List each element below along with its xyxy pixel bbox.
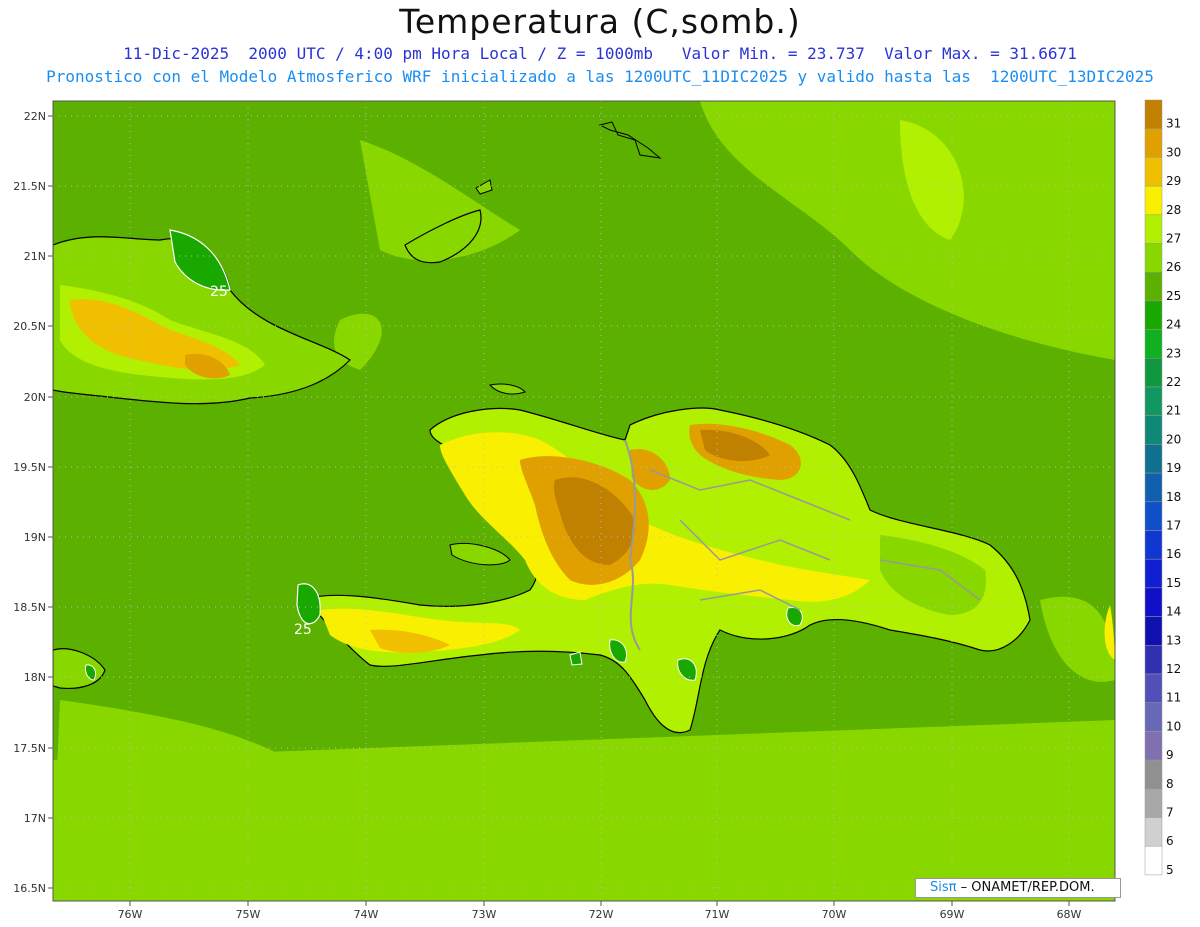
lat-label: 16.5N [13,882,46,895]
lon-label: 75W [236,908,261,921]
lon-label: 76W [118,908,143,921]
colorbar-label: 6 [1166,834,1174,848]
colorbar-label: 15 [1166,576,1181,590]
colorbar-label: 29 [1166,174,1181,188]
lat-label: 19N [24,531,46,544]
colorbar-swatch [1144,214,1163,244]
lon-label: 68W [1057,908,1082,921]
colorbar-swatch [1144,788,1163,818]
colorbar-label: 8 [1166,777,1174,791]
colorbar-swatch [1144,185,1163,216]
colorbar-swatch [1144,817,1163,847]
lon-label: 71W [705,908,730,921]
credit-text: – ONAMET/REP.DOM. [956,880,1095,895]
colorbar-label: 17 [1166,519,1181,533]
lon-label: 70W [822,908,847,921]
colorbar-label: 14 [1166,605,1181,619]
contour-label: 25 [210,284,228,300]
colorbar-label: 16 [1166,547,1181,561]
lat-label: 20N [24,391,46,404]
colorbar-swatch [1144,329,1163,359]
lon-label: 73W [472,908,497,921]
forecast-time-line: 11-Dic-2025 2000 UTC / 4:00 pm Hora Loca… [123,44,1077,63]
colorbar-label: 24 [1166,318,1181,332]
lat-label: 18.5N [13,601,46,614]
latitude-axis: 22N 21.5N 21N 20.5N 20N 19.5N 19N 18.5N … [13,110,46,895]
colorbar-swatch [1144,300,1163,330]
lat-label: 17N [24,812,46,825]
lat-label: 21N [24,250,46,263]
lon-label: 72W [589,908,614,921]
colorbar-swatch [1144,645,1163,675]
colorbar-label: 22 [1166,375,1181,389]
colorbar-label: 9 [1166,748,1174,762]
colorbar-swatch [1144,759,1163,790]
colorbar-label: 12 [1166,662,1181,676]
colorbar-swatch [1144,128,1163,158]
lat-label: 19.5N [13,461,46,474]
credit-logo: Sisπ [930,880,957,895]
colorbar-swatch [1144,501,1163,531]
longitude-axis: 76W 75W 74W 73W 72W 71W 70W 69W 68W [118,908,1082,921]
colorbar-label: 5 [1166,863,1174,877]
credit-box: Sisπ – ONAMET/REP.DOM. [915,878,1121,898]
colorbar-swatch [1144,558,1163,589]
model-info-line: Pronostico con el Modelo Atmosferico WRF… [46,67,1154,86]
colorbar-swatch [1144,702,1163,732]
lat-label: 20.5N [13,320,46,333]
lat-label: 22N [24,110,46,123]
colorbar-label: 13 [1166,633,1181,647]
colorbar-label: 11 [1166,691,1181,705]
colorbar-swatch [1144,386,1163,416]
colorbar-label: 10 [1166,719,1181,733]
colorbar-swatch [1144,616,1163,646]
colorbar-label: 28 [1166,203,1181,217]
colorbar-label: 21 [1166,404,1181,418]
colorbar-swatch [1144,99,1163,129]
temperature-map: 25 25 22N 21.5N 21N 20.5N 20N 19.5N 19N … [13,99,1181,921]
lon-label: 74W [354,908,379,921]
colorbar-label: 26 [1166,260,1181,274]
colorbar-label: 19 [1166,461,1181,475]
colorbar-swatch [1144,587,1163,617]
colorbar-swatch [1144,530,1163,560]
colorbar-label: 27 [1166,232,1181,246]
colorbar-swatch [1144,358,1163,388]
colorbar-label: 23 [1166,346,1181,360]
colorbar-swatch [1144,243,1163,273]
lat-label: 18N [24,671,46,684]
colorbar-label: 7 [1166,806,1174,820]
lat-label: 21.5N [13,180,46,193]
colorbar-swatch [1144,444,1163,474]
lat-label: 17.5N [13,742,46,755]
colorbar-label: 20 [1166,432,1181,446]
colorbar-swatch [1144,472,1163,503]
colorbar-swatch [1144,415,1163,445]
lon-label: 69W [940,908,965,921]
colorbar-label: 25 [1166,289,1181,303]
colorbar-label: 31 [1166,117,1181,131]
colorbar-swatch [1144,845,1163,876]
colorbar-legend: 31 30 29 28 27 26 25 24 23 22 21 20 19 18 17 16 15 14 13 12… [1144,99,1181,877]
colorbar-label: 30 [1166,145,1181,159]
colorbar-swatch [1144,157,1163,187]
contour-label: 25 [294,622,312,638]
colorbar-swatch [1144,673,1163,703]
colorbar-swatch [1144,271,1163,302]
colorbar-swatch [1144,731,1163,761]
colorbar-label: 18 [1166,490,1181,504]
chart-title: Temperatura (C,somb.) [399,2,801,41]
